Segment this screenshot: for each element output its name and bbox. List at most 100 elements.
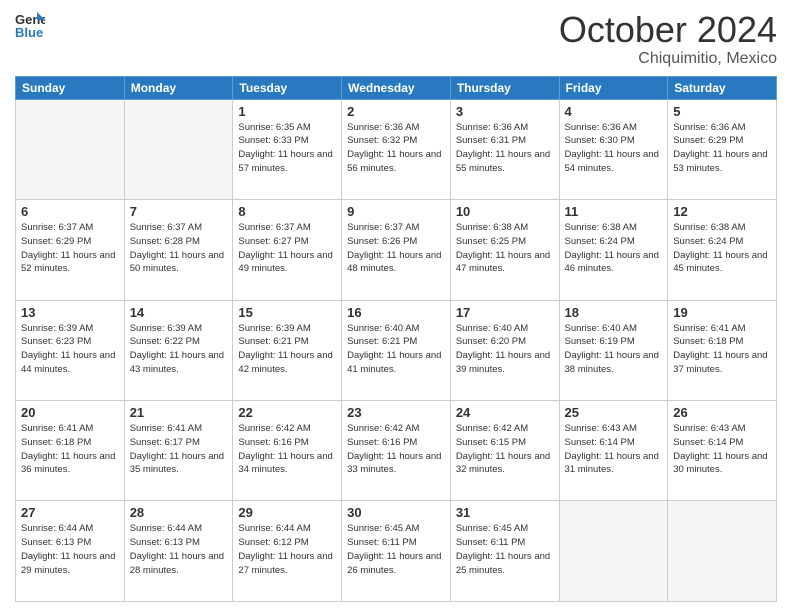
- sunrise: Sunrise: 6:45 AM: [456, 523, 528, 534]
- calendar-cell: 31Sunrise: 6:45 AMSunset: 6:11 PMDayligh…: [450, 501, 559, 602]
- month-title: October 2024: [559, 10, 777, 50]
- sunset: Sunset: 6:32 PM: [347, 135, 417, 146]
- calendar-cell: 11Sunrise: 6:38 AMSunset: 6:24 PMDayligh…: [559, 200, 668, 300]
- daylight: Daylight: 11 hours and 32 minutes.: [456, 451, 550, 476]
- day-number: 13: [21, 305, 119, 320]
- day-number: 8: [238, 204, 336, 219]
- sunrise: Sunrise: 6:42 AM: [238, 423, 310, 434]
- sunrise: Sunrise: 6:41 AM: [21, 423, 93, 434]
- calendar-cell: [668, 501, 777, 602]
- sun-info: Sunrise: 6:44 AMSunset: 6:13 PMDaylight:…: [21, 522, 119, 577]
- sunset: Sunset: 6:13 PM: [21, 537, 91, 548]
- sun-info: Sunrise: 6:45 AMSunset: 6:11 PMDaylight:…: [347, 522, 445, 577]
- sunset: Sunset: 6:21 PM: [347, 336, 417, 347]
- sunset: Sunset: 6:16 PM: [238, 437, 308, 448]
- sunrise: Sunrise: 6:37 AM: [347, 222, 419, 233]
- day-number: 31: [456, 505, 554, 520]
- daylight: Daylight: 11 hours and 45 minutes.: [673, 250, 767, 275]
- daylight: Daylight: 11 hours and 44 minutes.: [21, 350, 115, 375]
- daylight: Daylight: 11 hours and 25 minutes.: [456, 551, 550, 576]
- calendar-cell: 22Sunrise: 6:42 AMSunset: 6:16 PMDayligh…: [233, 401, 342, 501]
- sunset: Sunset: 6:33 PM: [238, 135, 308, 146]
- day-number: 17: [456, 305, 554, 320]
- sunrise: Sunrise: 6:35 AM: [238, 122, 310, 133]
- daylight: Daylight: 11 hours and 49 minutes.: [238, 250, 332, 275]
- day-number: 23: [347, 405, 445, 420]
- sunset: Sunset: 6:16 PM: [347, 437, 417, 448]
- sun-info: Sunrise: 6:36 AMSunset: 6:30 PMDaylight:…: [565, 121, 663, 176]
- sunset: Sunset: 6:22 PM: [130, 336, 200, 347]
- sun-info: Sunrise: 6:36 AMSunset: 6:31 PMDaylight:…: [456, 121, 554, 176]
- day-number: 2: [347, 104, 445, 119]
- daylight: Daylight: 11 hours and 34 minutes.: [238, 451, 332, 476]
- sunrise: Sunrise: 6:36 AM: [673, 122, 745, 133]
- day-number: 24: [456, 405, 554, 420]
- day-number: 12: [673, 204, 771, 219]
- sun-info: Sunrise: 6:40 AMSunset: 6:19 PMDaylight:…: [565, 322, 663, 377]
- calendar-cell: 7Sunrise: 6:37 AMSunset: 6:28 PMDaylight…: [124, 200, 233, 300]
- daylight: Daylight: 11 hours and 53 minutes.: [673, 149, 767, 174]
- weekday-header-monday: Monday: [124, 76, 233, 99]
- sun-info: Sunrise: 6:36 AMSunset: 6:32 PMDaylight:…: [347, 121, 445, 176]
- sun-info: Sunrise: 6:38 AMSunset: 6:24 PMDaylight:…: [565, 221, 663, 276]
- sunset: Sunset: 6:14 PM: [565, 437, 635, 448]
- sun-info: Sunrise: 6:37 AMSunset: 6:27 PMDaylight:…: [238, 221, 336, 276]
- calendar-cell: 26Sunrise: 6:43 AMSunset: 6:14 PMDayligh…: [668, 401, 777, 501]
- location: Chiquimitio, Mexico: [559, 50, 777, 68]
- header: General Blue October 2024 Chiquimitio, M…: [15, 10, 777, 68]
- weekday-header-wednesday: Wednesday: [342, 76, 451, 99]
- sunrise: Sunrise: 6:38 AM: [673, 222, 745, 233]
- sun-info: Sunrise: 6:39 AMSunset: 6:22 PMDaylight:…: [130, 322, 228, 377]
- day-number: 25: [565, 405, 663, 420]
- calendar-cell: 15Sunrise: 6:39 AMSunset: 6:21 PMDayligh…: [233, 300, 342, 400]
- sunset: Sunset: 6:25 PM: [456, 236, 526, 247]
- calendar-cell: 18 Sunrise: 6:40 AMSunset: 6:19 PMDayligh…: [559, 300, 668, 400]
- svg-text:Blue: Blue: [15, 25, 43, 40]
- day-number: 27: [21, 505, 119, 520]
- calendar-cell: 1Sunrise: 6:35 AMSunset: 6:33 PMDaylight…: [233, 99, 342, 199]
- calendar-cell: 5Sunrise: 6:36 AMSunset: 6:29 PMDaylight…: [668, 99, 777, 199]
- sunrise: Sunrise: 6:41 AM: [673, 323, 745, 334]
- day-number: 18: [565, 305, 663, 320]
- day-number: 5: [673, 104, 771, 119]
- day-number: 19: [673, 305, 771, 320]
- daylight: Daylight: 11 hours and 48 minutes.: [347, 250, 441, 275]
- calendar-cell: 30 Sunrise: 6:45 AMSunset: 6:11 PMDayligh…: [342, 501, 451, 602]
- sunrise: Sunrise: 6:39 AM: [21, 323, 93, 334]
- sunrise: Sunrise: 6:44 AM: [21, 523, 93, 534]
- day-number: 1: [238, 104, 336, 119]
- sunrise: Sunrise: 6:45 AM: [347, 523, 419, 534]
- sunrise: Sunrise: 6:37 AM: [238, 222, 310, 233]
- sunset: Sunset: 6:28 PM: [130, 236, 200, 247]
- daylight: Daylight: 11 hours and 54 minutes.: [565, 149, 659, 174]
- sun-info: Sunrise: 6:44 AMSunset: 6:12 PMDaylight:…: [238, 522, 336, 577]
- sunset: Sunset: 6:24 PM: [565, 236, 635, 247]
- day-number: 28: [130, 505, 228, 520]
- calendar-cell: 20Sunrise: 6:41 AMSunset: 6:18 PMDayligh…: [16, 401, 125, 501]
- sunset: Sunset: 6:12 PM: [238, 537, 308, 548]
- daylight: Daylight: 11 hours and 41 minutes.: [347, 350, 441, 375]
- day-number: 30: [347, 505, 445, 520]
- sunset: Sunset: 6:23 PM: [21, 336, 91, 347]
- sunset: Sunset: 6:14 PM: [673, 437, 743, 448]
- calendar-cell: 24 Sunrise: 6:42 AMSunset: 6:15 PMDayligh…: [450, 401, 559, 501]
- daylight: Daylight: 11 hours and 26 minutes.: [347, 551, 441, 576]
- logo: General Blue: [15, 10, 45, 40]
- weekday-header-sunday: Sunday: [16, 76, 125, 99]
- sunset: Sunset: 6:17 PM: [130, 437, 200, 448]
- calendar-cell: 9Sunrise: 6:37 AMSunset: 6:26 PMDaylight…: [342, 200, 451, 300]
- sun-info: Sunrise: 6:42 AMSunset: 6:15 PMDaylight:…: [456, 422, 554, 477]
- weekday-header-saturday: Saturday: [668, 76, 777, 99]
- sun-info: Sunrise: 6:37 AMSunset: 6:28 PMDaylight:…: [130, 221, 228, 276]
- sunrise: Sunrise: 6:39 AM: [130, 323, 202, 334]
- sunset: Sunset: 6:21 PM: [238, 336, 308, 347]
- sunset: Sunset: 6:31 PM: [456, 135, 526, 146]
- sunset: Sunset: 6:30 PM: [565, 135, 635, 146]
- calendar-cell: [124, 99, 233, 199]
- sunset: Sunset: 6:19 PM: [565, 336, 635, 347]
- sunset: Sunset: 6:24 PM: [673, 236, 743, 247]
- sun-info: Sunrise: 6:38 AM Sunset: 6:24 PM Daylight:…: [673, 221, 771, 276]
- calendar-cell: 13 Sunrise: 6:39 AM Sunset: 6:23 PM Dayligh…: [16, 300, 125, 400]
- calendar-cell: 16Sunrise: 6:40 AMSunset: 6:21 PMDayligh…: [342, 300, 451, 400]
- day-number: 15: [238, 305, 336, 320]
